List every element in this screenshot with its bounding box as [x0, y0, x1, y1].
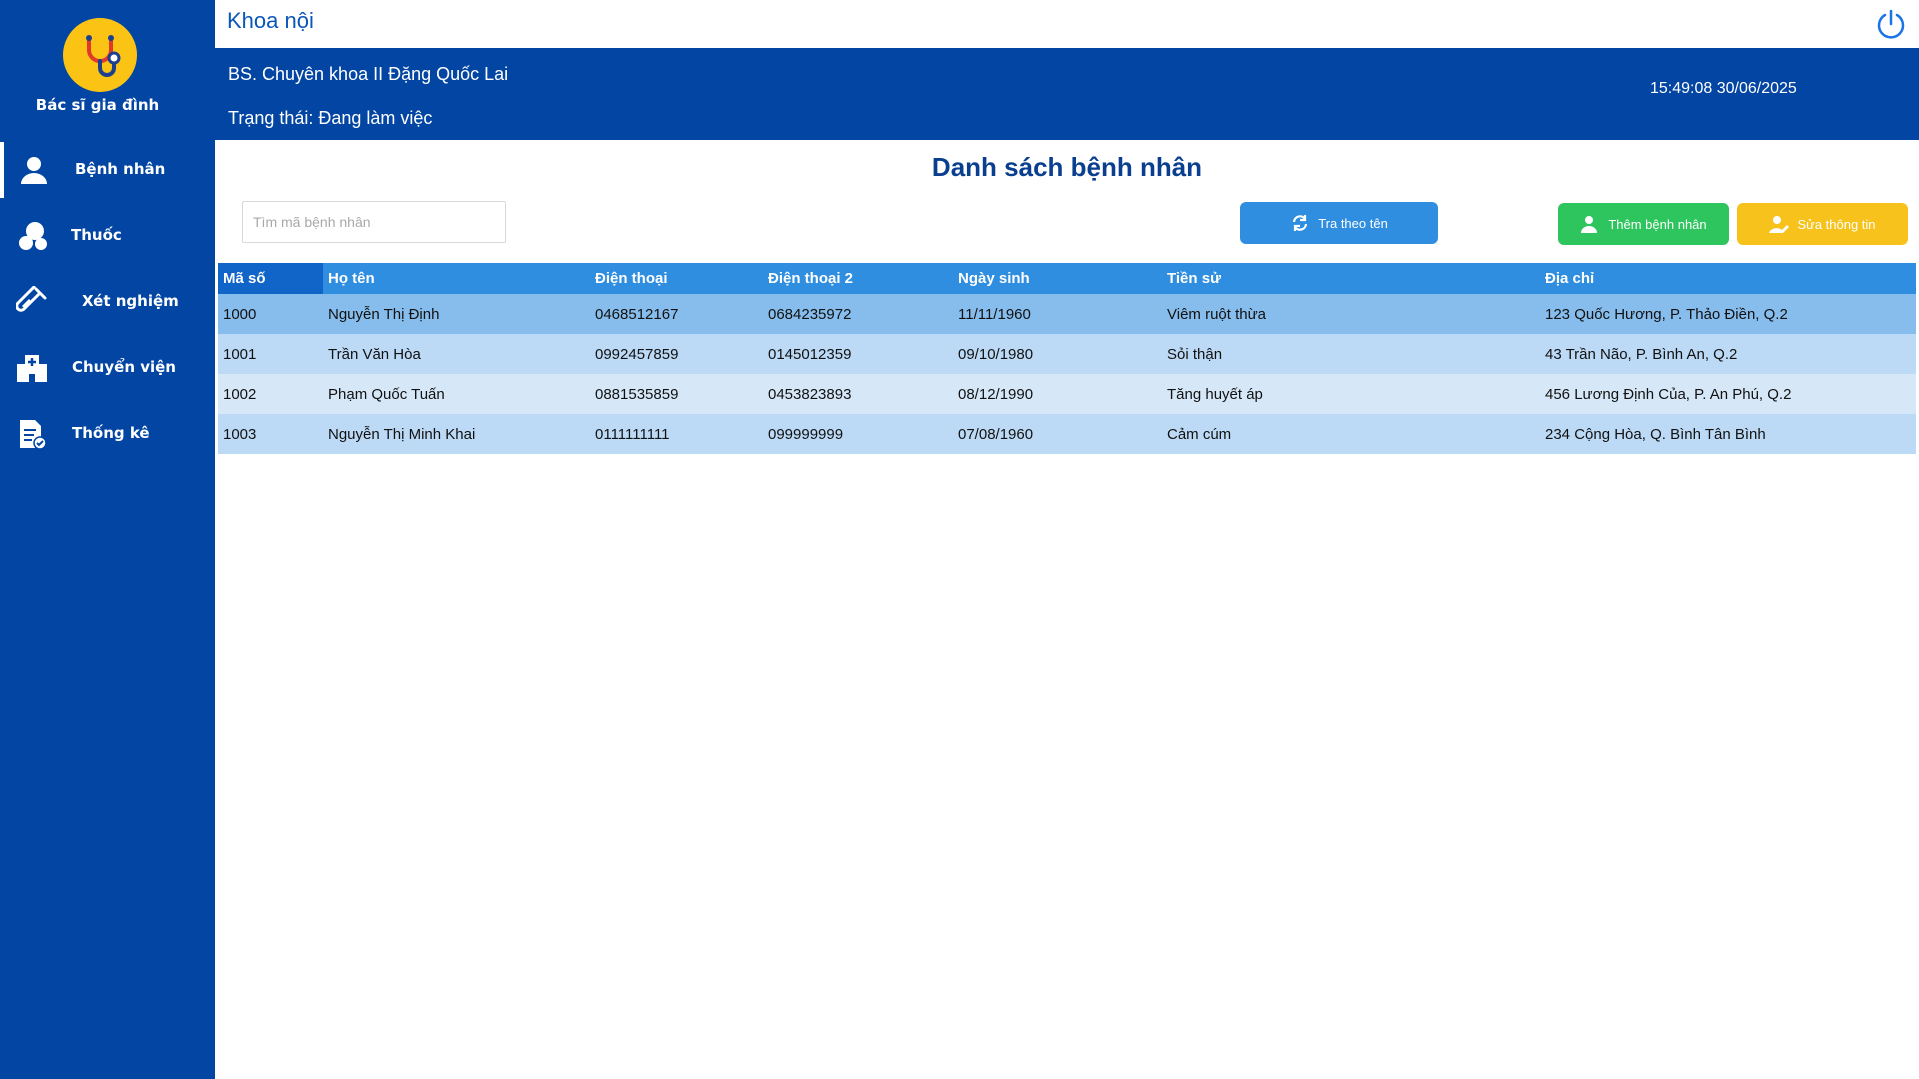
- cell-id: 1002: [218, 374, 323, 414]
- edit-user-icon: [1769, 216, 1790, 233]
- column-header-phone-2[interactable]: Điện thoại 2: [763, 263, 953, 294]
- table-row[interactable]: 1002 Phạm Quốc Tuấn 0881535859 045382389…: [218, 374, 1916, 414]
- power-icon[interactable]: [1875, 8, 1907, 40]
- cell-address: 234 Cộng Hòa, Q. Bình Tân Bình: [1540, 414, 1916, 454]
- app-logo: [63, 18, 137, 92]
- cell-address: 123 Quốc Hương, P. Thảo Điền, Q.2: [1540, 294, 1916, 334]
- cell-birthdate: 09/10/1980: [953, 334, 1162, 374]
- user-icon: [21, 157, 47, 184]
- doctor-info-bar: BS. Chuyên khoa II Đặng Quốc Lai Trạng t…: [215, 48, 1919, 140]
- edit-info-button[interactable]: Sửa thông tin: [1737, 203, 1908, 245]
- sidebar-item-label: Thống kê: [72, 424, 150, 442]
- datetime-display: 15:49:08 30/06/2025: [1650, 80, 1797, 97]
- add-patient-label: Thêm bệnh nhân: [1608, 216, 1707, 232]
- sidebar-item-label: Thuốc: [71, 226, 122, 244]
- cell-birthdate: 07/08/1960: [953, 414, 1162, 454]
- cell-id: 1000: [218, 294, 323, 334]
- stethoscope-icon: [86, 35, 121, 77]
- cell-name: Trần Văn Hòa: [323, 334, 590, 374]
- cell-history: Cảm cúm: [1162, 414, 1540, 454]
- cell-address: 43 Trần Não, P. Bình An, Q.2: [1540, 334, 1916, 374]
- table-row[interactable]: 1003 Nguyễn Thị Minh Khai 0111111111 099…: [218, 414, 1916, 454]
- work-status: Trạng thái: Đang làm việc: [228, 108, 433, 128]
- cell-phone: 0111111111: [590, 414, 763, 454]
- cell-phone: 0468512167: [590, 294, 763, 334]
- cell-id: 1001: [218, 334, 323, 374]
- hospital-icon: [17, 355, 47, 382]
- refresh-icon: [1293, 215, 1308, 231]
- column-header-birthdate[interactable]: Ngày sinh: [953, 263, 1162, 294]
- cell-phone-2: 0684235972: [763, 294, 953, 334]
- pills-icon: [19, 222, 47, 250]
- test-tube-icon: [16, 286, 47, 312]
- sidebar-item-label: Xét nghiệm: [82, 292, 179, 310]
- column-header-phone[interactable]: Điện thoại: [590, 263, 763, 294]
- cell-history: Sỏi thận: [1162, 334, 1540, 374]
- column-header-address[interactable]: Địa chỉ: [1540, 263, 1916, 294]
- column-header-history[interactable]: Tiền sử: [1162, 263, 1540, 294]
- app-name: Bác sĩ gia đình: [35, 96, 160, 114]
- search-by-name-button[interactable]: Tra theo tên: [1240, 202, 1438, 244]
- page-title: Danh sách bệnh nhân: [931, 152, 1203, 182]
- department-title: Khoa nội: [227, 8, 314, 33]
- table-row[interactable]: 1001 Trần Văn Hòa 0992457859 0145012359 …: [218, 334, 1916, 374]
- cell-name: Nguyễn Thị Minh Khai: [323, 414, 590, 454]
- cell-id: 1003: [218, 414, 323, 454]
- cell-history: Viêm ruột thừa: [1162, 294, 1540, 334]
- table-header-row: Mã số Họ tên Điện thoại Điện thoại 2 Ngà…: [218, 263, 1916, 294]
- table-row[interactable]: 1000 Nguyễn Thị Định 0468512167 06842359…: [218, 294, 1916, 334]
- cell-phone-2: 099999999: [763, 414, 953, 454]
- top-bar: Khoa nội: [215, 0, 1919, 48]
- cell-birthdate: 08/12/1990: [953, 374, 1162, 414]
- cell-birthdate: 11/11/1960: [953, 294, 1162, 334]
- edit-info-label: Sửa thông tin: [1797, 216, 1876, 232]
- sidebar: Bác sĩ gia đình Bệnh nhân Thuốc Xét nghi…: [0, 0, 215, 1079]
- sidebar-item-patients[interactable]: Bệnh nhân: [0, 142, 215, 198]
- sidebar-item-transfer[interactable]: Chuyển viện: [0, 340, 215, 396]
- column-header-id[interactable]: Mã số: [218, 263, 323, 294]
- cell-phone-2: 0453823893: [763, 374, 953, 414]
- add-patient-button[interactable]: Thêm bệnh nhân: [1558, 203, 1729, 245]
- cell-address: 456 Lương Định Của, P. An Phú, Q.2: [1540, 374, 1916, 414]
- add-user-icon: [1581, 216, 1598, 233]
- cell-phone: 0992457859: [590, 334, 763, 374]
- search-by-name-label: Tra theo tên: [1318, 215, 1388, 231]
- sidebar-item-statistics[interactable]: Thống kê: [0, 406, 215, 462]
- sidebar-item-label: Chuyển viện: [72, 358, 176, 376]
- doctor-name: BS. Chuyên khoa II Đặng Quốc Lai: [228, 64, 509, 84]
- sidebar-item-label: Bệnh nhân: [75, 160, 166, 178]
- cell-phone: 0881535859: [590, 374, 763, 414]
- search-input[interactable]: [242, 201, 506, 243]
- sidebar-item-medicine[interactable]: Thuốc: [0, 208, 215, 264]
- patient-table: Mã số Họ tên Điện thoại Điện thoại 2 Ngà…: [218, 263, 1916, 454]
- cell-name: Nguyễn Thị Định: [323, 294, 590, 334]
- cell-name: Phạm Quốc Tuấn: [323, 374, 590, 414]
- sidebar-item-lab-tests[interactable]: Xét nghiệm: [0, 274, 215, 330]
- report-icon: [20, 420, 47, 450]
- cell-history: Tăng huyết áp: [1162, 374, 1540, 414]
- column-header-name[interactable]: Họ tên: [323, 263, 590, 294]
- cell-phone-2: 0145012359: [763, 334, 953, 374]
